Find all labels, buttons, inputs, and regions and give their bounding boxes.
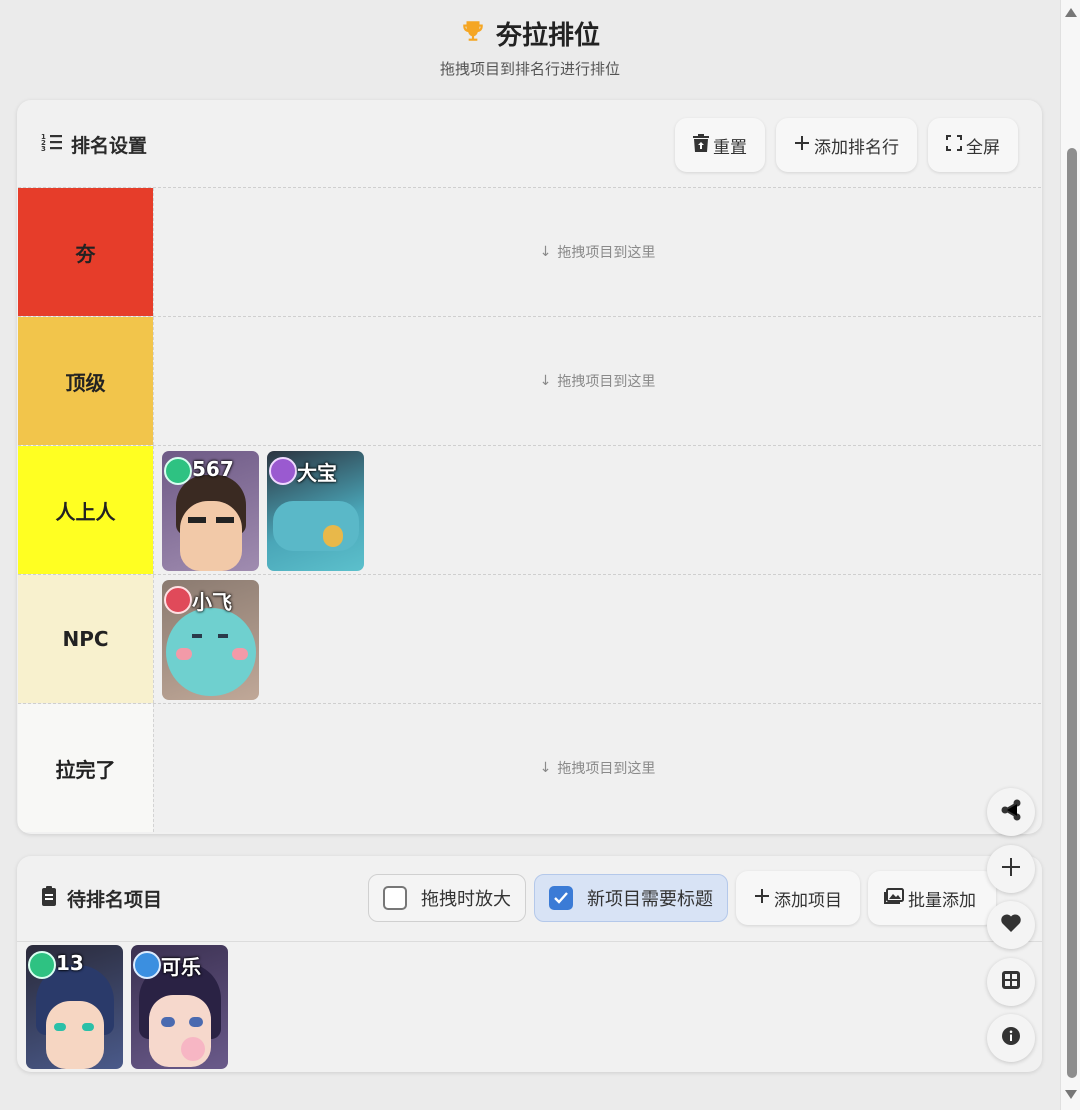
pool-title: 待排名项目 bbox=[67, 889, 163, 911]
tier-label[interactable]: 人上人 bbox=[18, 446, 153, 574]
type-badge-icon bbox=[28, 951, 56, 979]
tier-label[interactable]: 夯 bbox=[18, 188, 153, 316]
fullscreen-label: 全屏 bbox=[966, 137, 1000, 158]
batch-add-label: 批量添加 bbox=[908, 890, 976, 911]
plus-icon bbox=[794, 135, 810, 156]
pool-item-list: 13 可乐 bbox=[17, 942, 1042, 1072]
reset-label: 重置 bbox=[713, 137, 747, 158]
add-tier-label: 添加排名行 bbox=[814, 137, 899, 158]
tier-drop-zone[interactable]: ↓ 拖拽项目到这里 bbox=[153, 317, 1041, 445]
tier-list: 夯 ↓ 拖拽项目到这里 顶级 ↓ 拖拽项目到这里 人上人 567 大宝 NPC … bbox=[18, 187, 1041, 832]
item-name: 可乐 bbox=[161, 955, 201, 979]
arrow-down-icon: ↓ bbox=[539, 373, 552, 389]
page-subtitle: 拖拽项目到排名行进行排位 bbox=[439, 60, 620, 78]
plus-icon bbox=[754, 888, 770, 909]
item-name: 小飞 bbox=[192, 590, 232, 614]
unranked-pool-card: 待排名项目 拖拽时放大 新项目需要标题 添加项目 批量添加 13 可乐 bbox=[17, 856, 1042, 1072]
scroll-up-icon[interactable] bbox=[1065, 8, 1077, 17]
share-icon bbox=[1000, 799, 1022, 825]
reset-button[interactable]: 重置 bbox=[675, 118, 765, 172]
type-badge-icon bbox=[164, 457, 192, 485]
zoom-on-drag-toggle[interactable]: 拖拽时放大 bbox=[368, 874, 526, 922]
pool-item[interactable]: 可乐 bbox=[131, 945, 228, 1069]
require-title-toggle[interactable]: 新项目需要标题 bbox=[534, 874, 728, 922]
require-title-checkbox[interactable] bbox=[549, 886, 573, 910]
batch-add-button[interactable]: 批量添加 bbox=[868, 871, 996, 925]
arrow-down-icon: ↓ bbox=[539, 244, 552, 260]
type-badge-icon bbox=[269, 457, 297, 485]
page-header: 夯拉排位 拖拽项目到排名行进行排位 bbox=[0, 0, 1060, 79]
tier-settings-header: 123 排名设置 重置 添加排名行 全屏 bbox=[17, 100, 1042, 188]
trash-icon bbox=[693, 133, 709, 157]
clipboard-icon bbox=[41, 886, 57, 911]
tier-settings-title: 排名设置 bbox=[71, 134, 148, 157]
tier-drop-zone[interactable]: 小飞 bbox=[153, 575, 1041, 703]
plus-icon bbox=[1001, 857, 1021, 881]
share-button[interactable] bbox=[987, 788, 1035, 836]
type-badge-icon bbox=[133, 951, 161, 979]
rank-item[interactable]: 小飞 bbox=[162, 580, 259, 700]
tier-row: 顶级 ↓ 拖拽项目到这里 bbox=[18, 316, 1041, 445]
tier-label[interactable]: NPC bbox=[18, 575, 153, 703]
trophy-icon bbox=[460, 18, 486, 48]
fullscreen-button[interactable]: 全屏 bbox=[928, 118, 1018, 172]
check-icon bbox=[554, 892, 568, 904]
grid-icon bbox=[1001, 970, 1021, 994]
require-title-label: 新项目需要标题 bbox=[587, 889, 713, 910]
zoom-on-drag-label: 拖拽时放大 bbox=[421, 889, 511, 910]
favorite-button[interactable] bbox=[987, 901, 1035, 949]
rank-item[interactable]: 567 bbox=[162, 451, 259, 571]
tier-row: 拉完了 ↓ 拖拽项目到这里 bbox=[18, 703, 1041, 832]
add-button[interactable] bbox=[987, 845, 1035, 893]
tier-label[interactable]: 拉完了 bbox=[18, 704, 153, 832]
scrollbar-thumb[interactable] bbox=[1067, 148, 1077, 1078]
item-name: 567 bbox=[192, 457, 234, 481]
page-scrollbar[interactable] bbox=[1060, 0, 1080, 1110]
svg-text:3: 3 bbox=[41, 145, 46, 152]
tier-drop-zone[interactable]: 567 大宝 bbox=[153, 446, 1041, 574]
zoom-on-drag-checkbox[interactable] bbox=[383, 886, 407, 910]
drop-hint: ↓ 拖拽项目到这里 bbox=[539, 760, 656, 777]
pool-header: 待排名项目 拖拽时放大 新项目需要标题 添加项目 批量添加 bbox=[17, 856, 1042, 942]
fullscreen-icon bbox=[946, 134, 962, 156]
info-button[interactable] bbox=[987, 1014, 1035, 1062]
tier-row: 人上人 567 大宝 bbox=[18, 445, 1041, 574]
add-tier-button[interactable]: 添加排名行 bbox=[776, 118, 917, 172]
pool-item[interactable]: 13 bbox=[26, 945, 123, 1069]
tier-drop-zone[interactable]: ↓ 拖拽项目到这里 bbox=[153, 704, 1041, 832]
rank-item[interactable]: 大宝 bbox=[267, 451, 364, 571]
tier-row: NPC 小飞 bbox=[18, 574, 1041, 703]
heart-icon bbox=[1000, 913, 1022, 937]
add-item-label: 添加项目 bbox=[774, 890, 842, 911]
type-badge-icon bbox=[164, 586, 192, 614]
info-icon bbox=[1001, 1026, 1021, 1050]
list-numbered-icon: 123 bbox=[41, 132, 63, 157]
drop-hint: ↓ 拖拽项目到这里 bbox=[539, 373, 656, 390]
drop-hint: ↓ 拖拽项目到这里 bbox=[539, 244, 656, 261]
page-title: 夯拉排位 bbox=[495, 20, 600, 51]
scroll-down-icon[interactable] bbox=[1065, 1090, 1077, 1099]
item-name: 大宝 bbox=[297, 461, 337, 485]
images-icon bbox=[884, 887, 904, 909]
arrow-down-icon: ↓ bbox=[539, 760, 552, 776]
tier-drop-zone[interactable]: ↓ 拖拽项目到这里 bbox=[153, 188, 1041, 316]
tier-settings-card: 123 排名设置 重置 添加排名行 全屏 夯 ↓ 拖拽项目到这里 顶级 ↓ 拖拽… bbox=[17, 100, 1042, 834]
tier-label[interactable]: 顶级 bbox=[18, 317, 153, 445]
grid-button[interactable] bbox=[987, 958, 1035, 1006]
item-name: 13 bbox=[56, 951, 84, 975]
tier-row: 夯 ↓ 拖拽项目到这里 bbox=[18, 187, 1041, 316]
add-item-button[interactable]: 添加项目 bbox=[736, 871, 860, 925]
